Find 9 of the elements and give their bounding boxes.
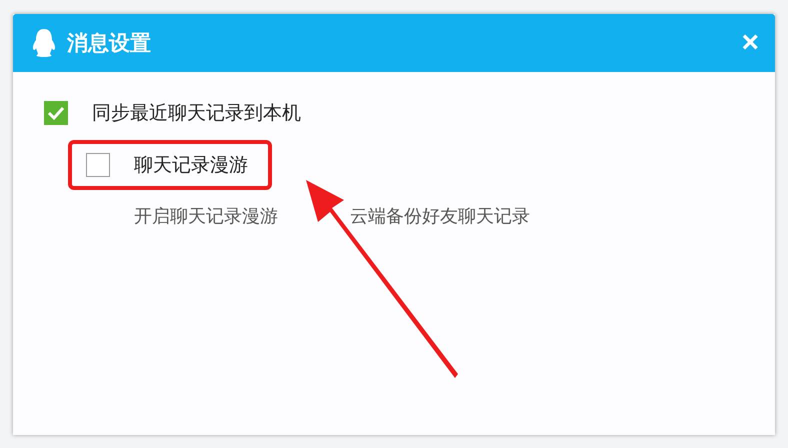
checkbox[interactable] [44,101,68,125]
window-title: 消息设置 [67,30,152,57]
checkbox-label: 同步最近聊天记录到本机 [92,101,301,126]
close-button[interactable]: × [741,28,759,58]
checkbox[interactable] [86,153,110,177]
checkbox-label: 聊天记录漫游 [134,153,248,178]
description-text: 开启聊天记录漫游 [134,205,278,228]
description-text: 云端备份好友聊天记录 [350,205,530,228]
penguin-icon [31,28,57,58]
